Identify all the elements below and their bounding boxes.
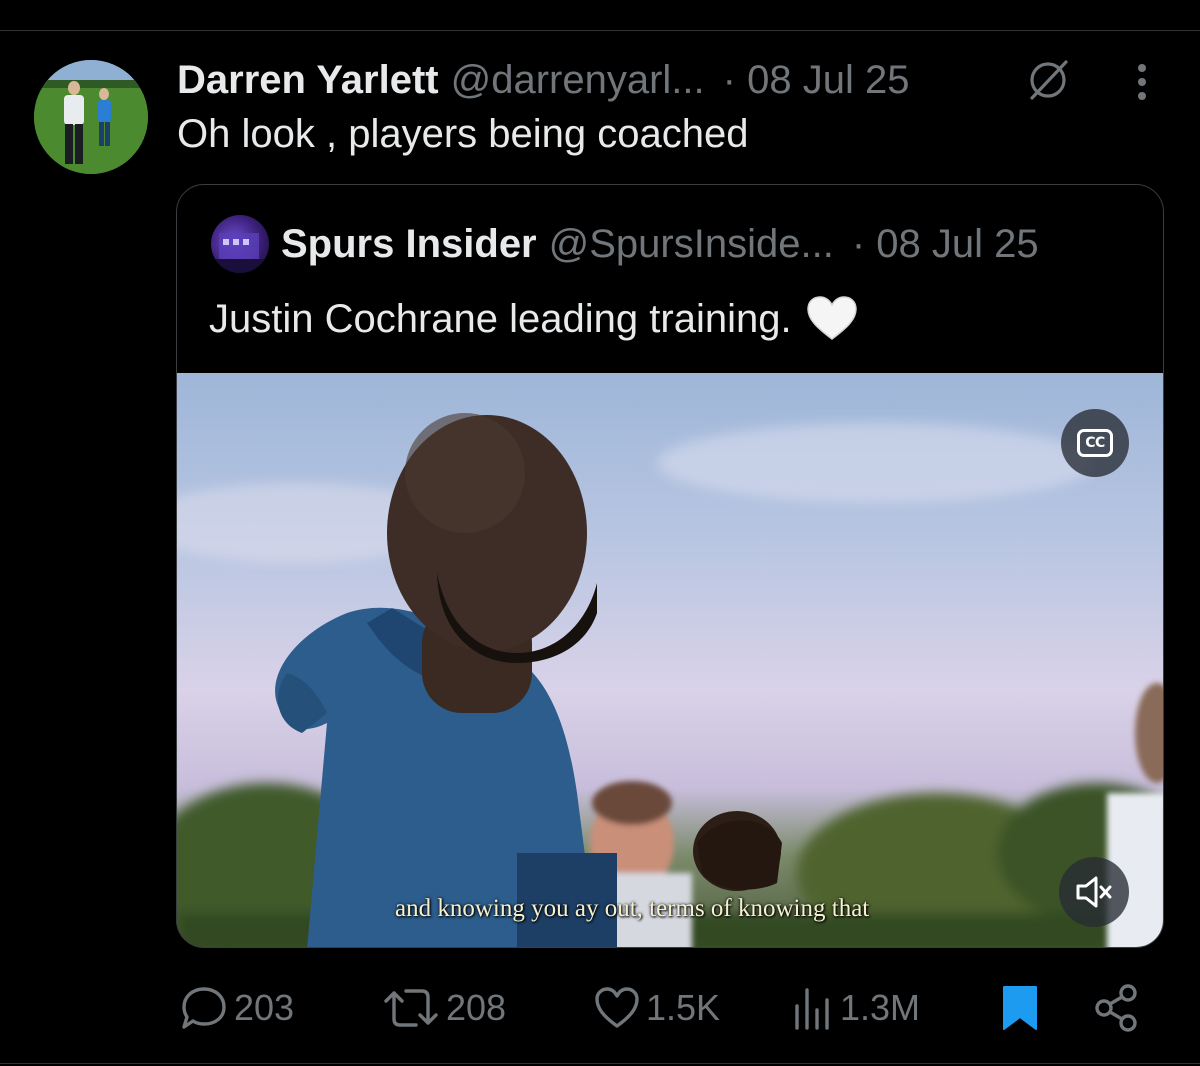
bookmark-icon <box>1003 986 1037 1030</box>
quoted-header: Spurs Insider @SpursInside... · 08 Jul 2… <box>281 219 1039 269</box>
share-icon <box>1095 984 1137 1032</box>
views-icon <box>795 988 829 1030</box>
repost-count: 208 <box>446 987 507 1028</box>
quoted-display-name[interactable]: Spurs Insider <box>281 222 537 267</box>
edited-icon[interactable] <box>1024 58 1072 102</box>
reply-count: 203 <box>234 987 295 1028</box>
like-count: 1.5K <box>646 987 721 1028</box>
heart-icon <box>595 987 639 1028</box>
video-player[interactable]: CC and knowing you ay out, terms of know… <box>177 373 1163 947</box>
quoted-tweet[interactable]: Spurs Insider @SpursInside... · 08 Jul 2… <box>176 184 1164 948</box>
share-button[interactable] <box>1094 978 1140 1038</box>
captions-button[interactable]: CC <box>1061 409 1129 477</box>
quoted-text: Justin Cochrane leading training. <box>209 296 792 341</box>
bottom-divider <box>0 1063 1200 1064</box>
comment-icon <box>182 987 226 1029</box>
quoted-date[interactable]: · 08 Jul 25 <box>852 222 1039 267</box>
tweet-date[interactable]: · 08 Jul 25 <box>723 58 910 103</box>
action-bar: 203 208 1.5K 1.3M <box>0 978 1200 1038</box>
tweet[interactable]: Darren Yarlett @darrenyarl... · 08 Jul 2… <box>0 0 1200 1066</box>
author-display-name[interactable]: Darren Yarlett <box>177 58 439 103</box>
repost-button[interactable]: 208 <box>382 978 506 1038</box>
like-button[interactable]: 1.5K <box>594 978 720 1038</box>
views-button[interactable]: 1.3M <box>792 978 920 1038</box>
quoted-text-row: Justin Cochrane leading training. <box>209 295 858 343</box>
tweet-text: Oh look , players being coached <box>177 112 749 156</box>
muted-speaker-icon <box>1076 876 1112 908</box>
video-subtitle: and knowing you ay out, terms of knowing… <box>395 895 870 922</box>
quoted-handle[interactable]: @SpursInside... <box>549 222 834 267</box>
unmute-button[interactable] <box>1059 857 1129 927</box>
reply-button[interactable]: 203 <box>180 978 294 1038</box>
bookmark-button[interactable] <box>1000 978 1040 1038</box>
quoted-author-avatar[interactable] <box>211 215 269 273</box>
repost-icon <box>384 989 438 1027</box>
tweet-header: Darren Yarlett @darrenyarl... · 08 Jul 2… <box>177 56 909 104</box>
cc-icon: CC <box>1077 429 1113 457</box>
view-count: 1.3M <box>840 987 921 1028</box>
author-handle[interactable]: @darrenyarl... <box>451 58 705 103</box>
video-frame <box>177 413 1163 947</box>
author-avatar[interactable] <box>34 60 148 174</box>
more-icon[interactable] <box>1128 60 1156 104</box>
white-heart-emoji-icon <box>806 296 857 340</box>
